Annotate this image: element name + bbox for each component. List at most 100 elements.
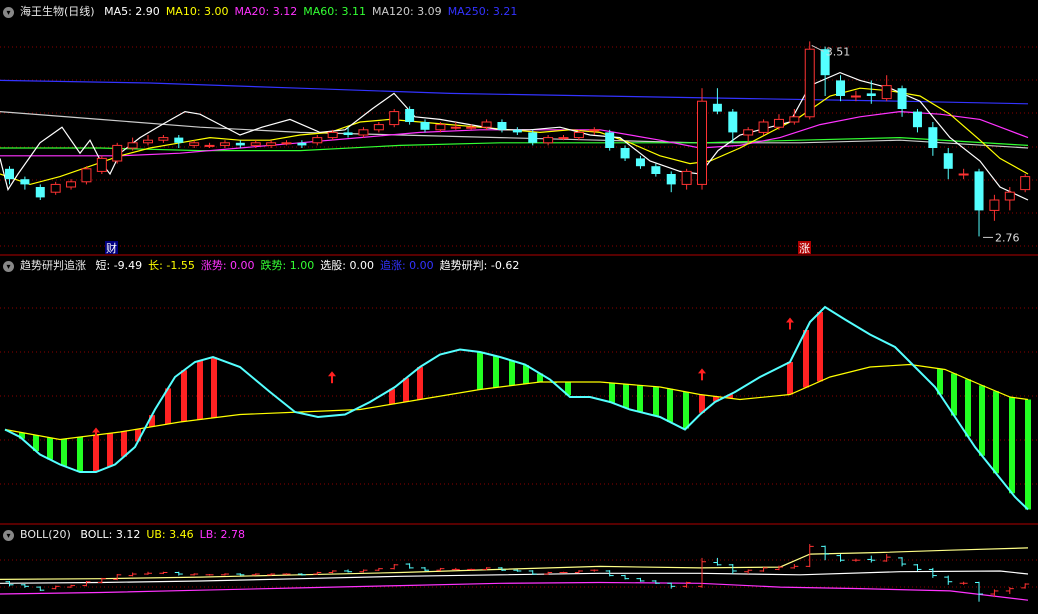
- candle-body: [528, 132, 538, 143]
- candle-body: [743, 129, 754, 136]
- legend-item: MA20: 3.12: [234, 5, 298, 18]
- candle-body: [158, 137, 169, 141]
- trend-bar: [965, 379, 971, 437]
- trend-bar: [165, 388, 171, 424]
- trend-bar: [623, 384, 629, 408]
- candle-body: [466, 126, 477, 129]
- trend-bar: [509, 360, 515, 386]
- legend-item: LB: 2.78: [199, 528, 245, 541]
- candle-body: [635, 158, 645, 167]
- legend-item: 选股: 0.00: [320, 259, 374, 272]
- candle-body: [773, 118, 784, 128]
- candle-body: [127, 142, 138, 149]
- trend-bar: [121, 431, 127, 457]
- candle-body: [928, 127, 938, 148]
- collapse-toggle-icon[interactable]: ▾: [3, 529, 14, 541]
- candle-body: [804, 48, 815, 118]
- high-price-label: 3.51: [826, 45, 851, 58]
- candle-body: [958, 173, 969, 176]
- collapse-toggle-icon[interactable]: ▾: [3, 6, 14, 18]
- trend-bar: [979, 385, 985, 456]
- main-title: 海王生物(日线): [20, 5, 95, 18]
- trend-title: 趋势研判追涨: [20, 259, 86, 272]
- candle-body: [420, 122, 430, 130]
- candle-body: [250, 142, 261, 146]
- candle-body: [297, 142, 307, 146]
- trend-bar: [93, 435, 99, 472]
- candle-body: [174, 137, 184, 143]
- trend-bar: [787, 362, 793, 395]
- trend-bar: [107, 433, 113, 467]
- legend-item: MA120: 3.09: [371, 5, 442, 18]
- candle-body: [358, 129, 369, 136]
- candle-body: [50, 183, 61, 193]
- candle-body: [343, 132, 353, 135]
- candle-body: [697, 100, 708, 185]
- candle-body: [881, 85, 892, 100]
- candle-body: [974, 171, 984, 211]
- candle-body: [666, 174, 676, 185]
- candle-body: [66, 181, 77, 188]
- trend-bar: [417, 367, 423, 400]
- low-price-label: 2.76: [995, 231, 1020, 244]
- candle-body: [651, 166, 661, 174]
- legend-item: MA10: 3.00: [165, 5, 229, 18]
- candle-body: [450, 126, 461, 129]
- boll-title: BOLL(20): [20, 528, 71, 541]
- candle-body: [373, 124, 384, 131]
- candle-body: [712, 103, 722, 112]
- trend-bar: [47, 437, 53, 460]
- candle-body: [620, 148, 630, 159]
- candle-body: [112, 144, 123, 162]
- trend-bar: [951, 373, 957, 416]
- ma60-line: [0, 136, 1029, 152]
- trend-bar: [523, 365, 529, 384]
- main-chart-header: ▾ 海王生物(日线) MA5: 2.90 MA10: 3.00 MA20: 3.12 M…: [0, 4, 529, 20]
- trend-bar: [403, 378, 409, 402]
- candle-body: [5, 168, 14, 180]
- candle-body: [512, 129, 522, 133]
- candle-body: [728, 111, 738, 133]
- candle-body: [497, 122, 507, 130]
- buy-arrow-head: [92, 427, 100, 433]
- candle-body: [281, 142, 292, 145]
- candle-body: [96, 157, 107, 172]
- trend-bar: [803, 330, 809, 388]
- candle-body: [35, 187, 45, 198]
- legend-item: BOLL: 3.12: [80, 528, 141, 541]
- trend-bar: [653, 386, 659, 416]
- buy-arrow-head: [698, 368, 706, 374]
- trend-bar: [817, 312, 823, 382]
- badge-text: 涨: [799, 242, 810, 255]
- candle-body: [758, 121, 769, 133]
- badge-text: 财: [106, 241, 117, 255]
- candle-body: [143, 139, 154, 144]
- ma-legend: MA5: 2.90 MA10: 3.00 MA20: 3.12 MA60: 3.11 M…: [104, 5, 523, 18]
- buy-arrow-head: [786, 317, 794, 323]
- candle-body: [1020, 176, 1031, 191]
- legend-item: UB: 3.46: [146, 528, 194, 541]
- legend-item: MA250: 3.21: [447, 5, 518, 18]
- ma10-line: [0, 87, 1029, 186]
- candle-body: [912, 111, 922, 128]
- legend-item: 短: -9.49: [95, 259, 143, 272]
- trend-bar: [1009, 397, 1015, 494]
- candle-body: [866, 93, 876, 96]
- candle-body: [481, 121, 492, 128]
- legend-item: 涨势: 0.00: [200, 259, 255, 272]
- boll-lb-line: [0, 581, 1029, 601]
- legend-item: 长: -1.55: [148, 259, 195, 272]
- collapse-toggle-icon[interactable]: ▾: [3, 260, 14, 272]
- candle-body: [405, 109, 415, 122]
- candle-body: [897, 88, 907, 109]
- legend-item: 追涨: 0.00: [379, 259, 434, 272]
- trend-bar: [667, 388, 673, 422]
- trend-bar: [683, 391, 689, 429]
- candle-body: [789, 116, 800, 123]
- trend-bar: [61, 439, 67, 466]
- candle-body: [836, 80, 846, 96]
- trend-bar: [181, 370, 187, 422]
- legend-item: MA5: 2.90: [104, 5, 160, 18]
- candle-body: [81, 168, 92, 183]
- candle-body: [327, 131, 338, 139]
